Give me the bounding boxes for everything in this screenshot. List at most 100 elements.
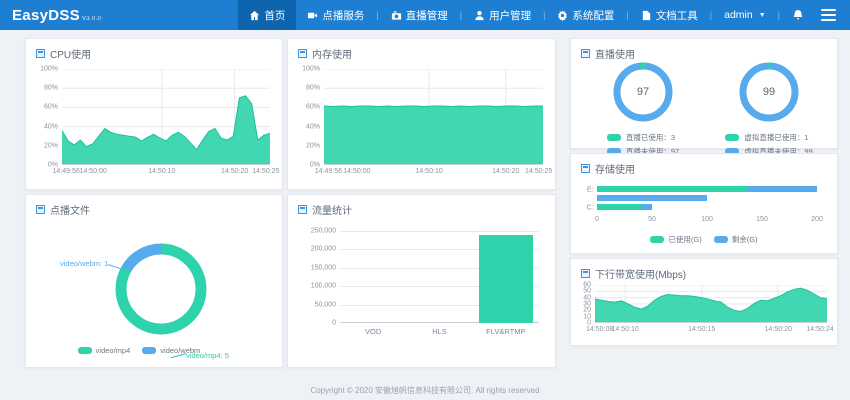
home-icon	[249, 10, 260, 21]
x-axis-label: 0	[595, 216, 599, 223]
gear-icon	[557, 10, 568, 21]
storage-row: E:	[597, 186, 817, 192]
x-axis-label: 14:50:20	[221, 168, 248, 175]
legend-item: 直播已使用：3	[607, 132, 679, 143]
panel-title: CPU使用	[36, 46, 91, 61]
panel-title: 存储使用	[581, 161, 635, 176]
dashboard-page: EasyDSSV3.0.0 首页 点播服务 | 直播管理 | 用户管理 |	[0, 0, 850, 400]
menu-toggle-icon[interactable]	[821, 9, 836, 21]
bell-icon	[792, 9, 804, 21]
copyright-text: Copyright © 2020 安徽旭帆信息科技有限公司. All right…	[0, 385, 850, 396]
legend-item: 虚拟直播已使用：1	[725, 132, 812, 143]
y-axis-label: 100,000	[311, 283, 336, 290]
traffic-bar[interactable]	[479, 235, 533, 323]
storage-bar-chart[interactable]: E:C:050100150200	[597, 186, 817, 214]
donut-callout-webm: video/webm: 1	[60, 259, 108, 268]
nav-item-admin[interactable]: admin ▼	[713, 0, 777, 30]
legend-swatch	[714, 236, 728, 243]
panel-icon	[581, 49, 590, 58]
panel-traffic-stats: 流量统计 050,000100,000150,000200,000250,000…	[287, 194, 556, 368]
x-axis-label: 14:50:25	[252, 168, 279, 175]
y-axis-label: 100%	[302, 66, 320, 73]
brand-logo[interactable]: EasyDSSV3.0.0	[12, 7, 101, 24]
panel-title: 点播文件	[36, 202, 90, 217]
x-axis-label: 14:50:10	[148, 168, 175, 175]
panel-storage: 存储使用 E: C: 0 50 100 150 200 已使用(G) 剩余(G)	[570, 153, 838, 254]
storage-row	[597, 195, 817, 201]
panel-icon	[581, 269, 590, 278]
panel-icon	[36, 205, 45, 214]
vod-legend: video/mp4 video/webm	[0, 346, 282, 355]
x-axis-label: 14:50:08	[586, 326, 613, 333]
x-axis-label: 50	[648, 216, 656, 223]
x-axis-label: 14:50:10	[415, 168, 442, 175]
nav-item-docs[interactable]: 文档工具	[630, 0, 709, 30]
y-axis-label: 250,000	[311, 228, 336, 235]
notifications-button[interactable]	[781, 0, 815, 30]
x-axis-label: 150	[756, 216, 768, 223]
panel-title: 直播使用	[581, 46, 635, 61]
y-axis-label: 50,000	[315, 301, 336, 308]
y-axis-label: 60	[583, 282, 591, 289]
user-icon	[474, 10, 485, 21]
y-axis-label: 30	[583, 301, 591, 308]
y-axis-label: 40%	[44, 123, 58, 130]
y-axis-label: 50	[583, 288, 591, 295]
virtual-live-gauge[interactable]: 99 虚拟直播已使用：1 虚拟直播未使用：99	[709, 61, 829, 160]
gauge-value: 99	[738, 61, 800, 123]
live-camera-icon	[391, 10, 402, 21]
y-axis-label: 20%	[306, 142, 320, 149]
y-axis-label: 40	[583, 294, 591, 301]
x-axis-label: 14:50:20	[492, 168, 519, 175]
panel-cpu-usage: CPU使用 0%20%40%60%80%100%14:49:5614:50:00…	[25, 38, 283, 190]
gauge-value: 97	[612, 61, 674, 123]
x-axis-label: 14:49:56	[53, 168, 80, 175]
panel-title: 内存使用	[298, 46, 352, 61]
x-axis-label: 14:50:15	[688, 326, 715, 333]
panel-title: 下行带宽使用(Mbps)	[581, 266, 686, 281]
x-axis-label: 14:49:56	[315, 168, 342, 175]
x-axis-label: 14:50:10	[612, 326, 639, 333]
y-axis-label: 60%	[306, 104, 320, 111]
nav-item-settings[interactable]: 系统配置	[546, 0, 625, 30]
panel-memory-usage: 内存使用 0%20%40%60%80%100%14:49:5614:50:001…	[287, 38, 556, 190]
panel-title: 流量统计	[298, 202, 352, 217]
live-gauge[interactable]: 97 直播已使用：3 直播未使用：97	[583, 61, 703, 160]
vod-camera-icon	[307, 10, 318, 21]
vod-donut-chart[interactable]	[109, 237, 213, 341]
nav-item-vod[interactable]: 点播服务	[296, 0, 375, 30]
storage-row: C:	[597, 204, 817, 210]
storage-legend: 已使用(G) 剩余(G)	[571, 234, 837, 245]
y-axis-label: 200,000	[311, 246, 336, 253]
y-axis-label: 100%	[40, 66, 58, 73]
panel-icon	[298, 205, 307, 214]
panel-live-usage: 直播使用 97 直播已使用：3 直播未使用：97 99 虚拟直播已使用：1 虚拟…	[570, 38, 838, 149]
legend-swatch	[142, 347, 156, 354]
y-axis-label: 60%	[44, 104, 58, 111]
traffic-bar-chart[interactable]: 050,000100,000150,000200,000250,000VODHL…	[340, 231, 539, 323]
nav-item-live[interactable]: 直播管理	[380, 0, 459, 30]
x-axis-label: 14:50:24	[806, 326, 833, 333]
x-axis-label: 14:50:00	[80, 168, 107, 175]
bandwidth-area-chart[interactable]: 010203040506014:50:0814:50:1014:50:1514:…	[595, 285, 827, 323]
x-axis-label: 100	[701, 216, 713, 223]
category-label: VOD	[365, 327, 381, 336]
x-axis-label: 14:50:25	[525, 168, 552, 175]
x-axis-label: 200	[811, 216, 823, 223]
y-axis-label: 80%	[44, 85, 58, 92]
category-label: FLV&RTMP	[486, 327, 525, 336]
y-axis-label: 40%	[306, 123, 320, 130]
y-axis-label: 10	[583, 313, 591, 320]
nav-item-home[interactable]: 首页	[238, 0, 296, 30]
y-axis-label: 20%	[44, 142, 58, 149]
y-axis-label: 80%	[306, 85, 320, 92]
brand-version: V3.0.0	[82, 16, 101, 22]
legend-swatch	[725, 134, 739, 141]
y-axis-label: 20	[583, 307, 591, 314]
panel-icon	[36, 49, 45, 58]
memory-area-chart[interactable]: 0%20%40%60%80%100%14:49:5614:50:0014:50:…	[324, 69, 543, 165]
nav-item-users[interactable]: 用户管理	[463, 0, 542, 30]
top-navbar: EasyDSSV3.0.0 首页 点播服务 | 直播管理 | 用户管理 |	[0, 0, 850, 30]
cpu-area-chart[interactable]: 0%20%40%60%80%100%14:49:5614:50:0014:50:…	[62, 69, 270, 165]
panel-icon	[298, 49, 307, 58]
